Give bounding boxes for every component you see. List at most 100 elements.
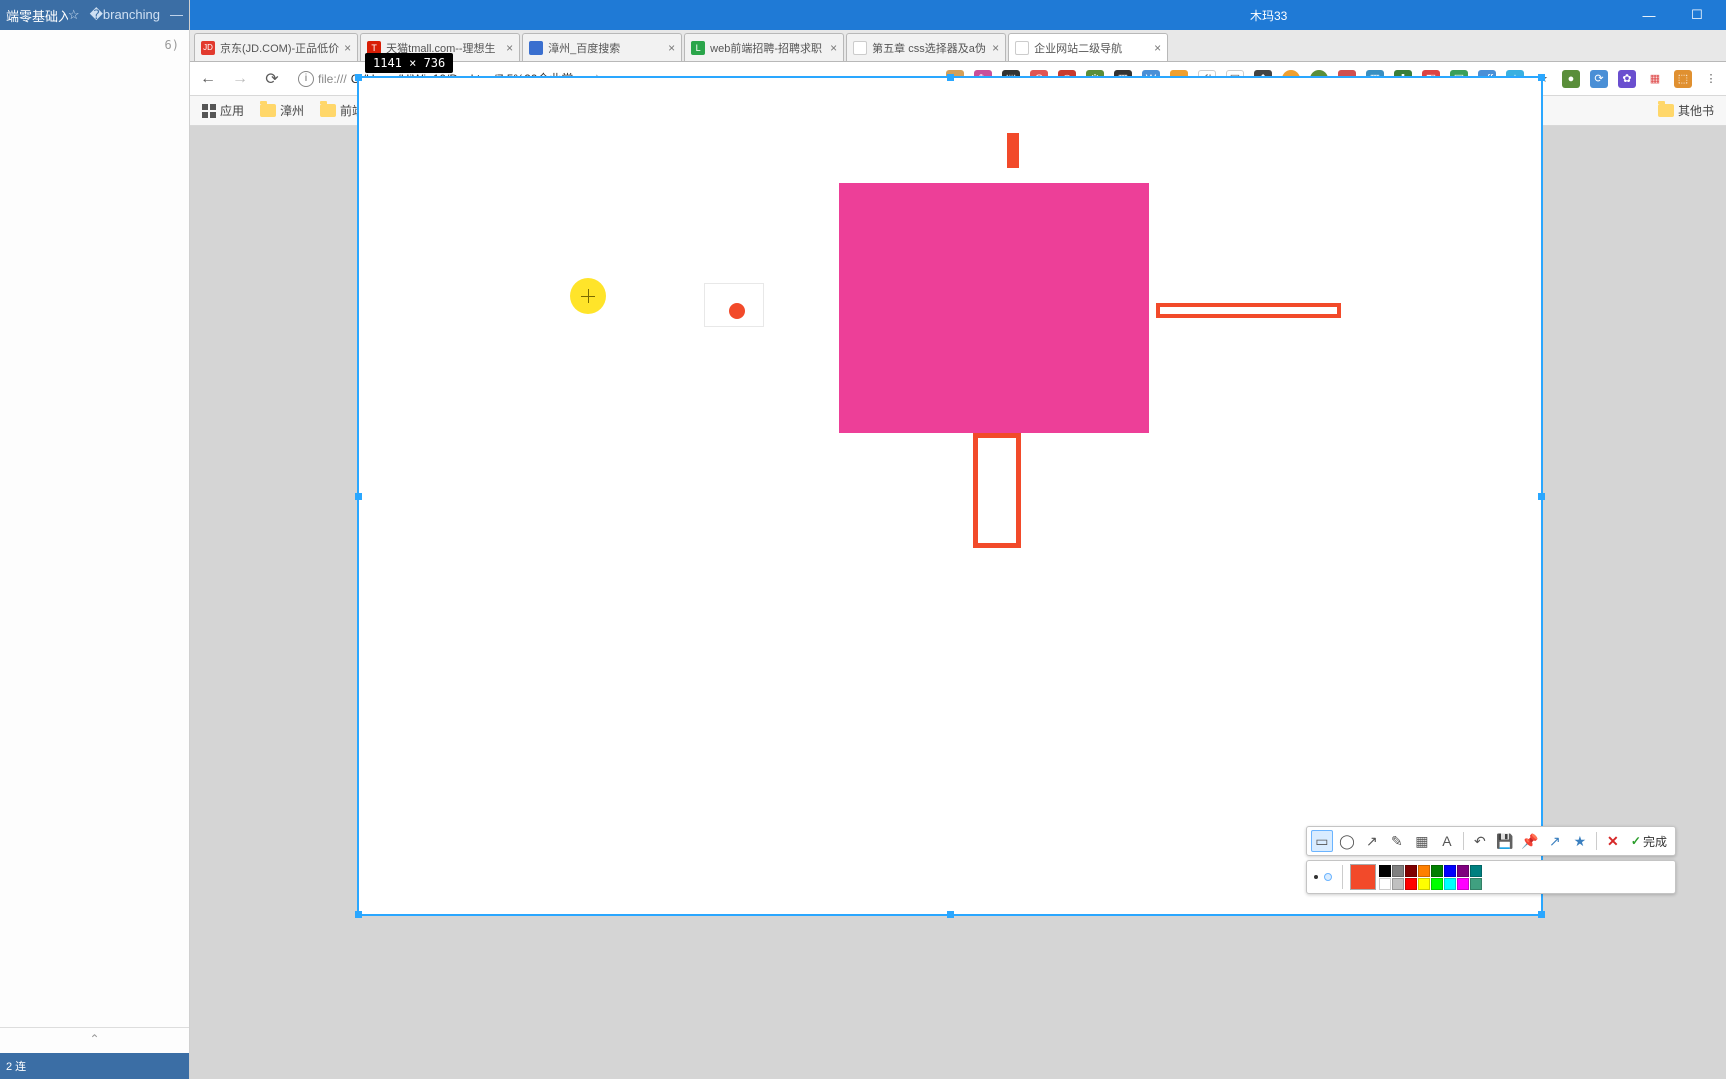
tool-undo-button[interactable]: ↶ [1469,830,1491,852]
brush-size-small[interactable] [1314,875,1318,879]
browser-tab-active[interactable]: 企业网站二级导航 × [1008,33,1168,61]
tool-favorite-button[interactable]: ★ [1569,830,1591,852]
annotation-rect-wide[interactable] [1156,303,1341,318]
annotation-red-dot[interactable] [729,303,745,319]
current-color-swatch[interactable] [1350,864,1376,890]
tab-close-icon[interactable]: × [992,41,999,55]
color-swatch[interactable] [1405,878,1417,890]
resize-handle[interactable] [1538,74,1545,81]
color-swatch[interactable] [1392,878,1404,890]
favicon-icon [529,41,543,55]
color-swatch[interactable] [1392,865,1404,877]
tool-pin-button[interactable]: 📌 [1519,830,1541,852]
color-swatch[interactable] [1457,878,1469,890]
editor-status-text: 2 连 [6,1058,26,1074]
tab-close-icon[interactable]: × [344,41,351,55]
resize-handle[interactable] [355,74,362,81]
ext-icon[interactable]: ⬚ [1674,70,1692,88]
resize-handle[interactable] [1538,493,1545,500]
folder-icon [320,104,336,117]
nav-back-button[interactable]: ← [196,67,220,91]
ext-icon[interactable]: ✿ [1618,70,1636,88]
selection-dimensions-badge: 1141 × 736 [365,53,453,73]
color-swatch[interactable] [1431,865,1443,877]
resize-handle[interactable] [947,74,954,81]
color-swatch[interactable] [1431,878,1443,890]
editor-title: 端零基础入门 [6,6,68,25]
screenshot-toolbar: ▭ ◯ ↗ ✎ ▦ A ↶ 💾 📌 ↗ ★ ✕ ✓ 完成 [1306,826,1676,894]
color-swatch[interactable] [1379,878,1391,890]
toolbar-separator [1342,865,1343,889]
color-swatch[interactable] [1470,878,1482,890]
tool-share-button[interactable]: ↗ [1544,830,1566,852]
brush-size-medium[interactable] [1324,873,1332,881]
minimize-icon[interactable]: — [170,7,183,23]
tool-arrow-button[interactable]: ↗ [1361,830,1383,852]
browser-tab[interactable]: JD 京东(JD.COM)-正品低价 × [194,33,358,61]
editor-line-number: 6) [165,38,179,52]
color-swatch[interactable] [1444,878,1456,890]
browser-user-label[interactable]: 木玛33 [1250,7,1287,24]
browser-tab[interactable]: 漳州_百度搜索 × [522,33,682,61]
browser-menu-icon[interactable]: ⋮ [1702,70,1720,88]
url-prefix: file:/// [318,72,347,86]
annotation-rect-tall[interactable] [973,433,1021,548]
nav-reload-button[interactable]: ⟳ [260,67,284,91]
color-swatch[interactable] [1418,865,1430,877]
tool-ellipse-button[interactable]: ◯ [1336,830,1358,852]
ext-icon[interactable]: ● [1562,70,1580,88]
tool-rectangle-button[interactable]: ▭ [1311,830,1333,852]
brush-size-picker [1311,873,1335,881]
nav-forward-button[interactable]: → [228,67,252,91]
done-label: 完成 [1643,833,1667,850]
favicon-icon [853,41,867,55]
page-viewport: ▭ ◯ ↗ ✎ ▦ A ↶ 💾 📌 ↗ ★ ✕ ✓ 完成 [190,126,1726,1079]
browser-tab[interactable]: L web前端招聘-招聘求职 × [684,33,844,61]
bookmark-folder[interactable]: 漳州 [254,100,310,121]
resize-handle[interactable] [1538,911,1545,918]
tab-close-icon[interactable]: × [668,41,675,55]
window-minimize-button[interactable]: — [1626,3,1672,27]
color-swatch[interactable] [1470,865,1482,877]
resize-handle[interactable] [355,911,362,918]
color-swatch[interactable] [1405,865,1417,877]
color-swatch[interactable] [1379,865,1391,877]
resize-handle[interactable] [947,911,954,918]
tool-done-button[interactable]: ✓ 完成 [1627,833,1671,850]
screenshot-selection[interactable] [357,76,1543,916]
tool-cancel-button[interactable]: ✕ [1602,830,1624,852]
ext-icon[interactable]: ⟳ [1590,70,1608,88]
site-info-icon[interactable]: i [298,71,314,87]
tab-close-icon[interactable]: × [830,41,837,55]
tab-close-icon[interactable]: × [506,41,513,55]
editor-collapse-handle[interactable]: ⌃ [0,1027,189,1049]
resize-handle[interactable] [355,493,362,500]
browser-tab[interactable]: 第五章 css选择器及a伪 × [846,33,1006,61]
share-icon[interactable]: �branching [90,7,160,23]
tool-save-button[interactable]: 💾 [1494,830,1516,852]
browser-titlebar: 木玛33 — ☐ ✕ [190,0,1726,30]
apps-grid-icon [202,104,216,118]
annotation-rect-small-top[interactable] [1007,133,1019,168]
tool-text-button[interactable]: A [1436,830,1458,852]
tab-title: web前端招聘-招聘求职 [710,40,825,56]
other-bookmarks[interactable]: 其他书 [1652,100,1720,121]
apps-button[interactable]: 应用 [196,100,250,121]
tab-title: 漳州_百度搜索 [548,40,663,56]
tool-mosaic-button[interactable]: ▦ [1411,830,1433,852]
folder-icon [260,104,276,117]
color-swatch[interactable] [1457,865,1469,877]
window-maximize-button[interactable]: ☐ [1674,3,1720,27]
folder-icon [1658,104,1674,117]
screenshot-tools-row: ▭ ◯ ↗ ✎ ▦ A ↶ 💾 📌 ↗ ★ ✕ ✓ 完成 [1306,826,1676,856]
editor-titlebar: 端零基础入门 ☆ �branching — [0,0,189,30]
check-icon: ✓ [1631,834,1641,848]
annotation-pink-box[interactable] [839,183,1149,433]
ext-icon[interactable]: ▦ [1646,70,1664,88]
tab-close-icon[interactable]: × [1154,41,1161,55]
tool-pen-button[interactable]: ✎ [1386,830,1408,852]
color-swatch[interactable] [1444,865,1456,877]
tab-title: 第五章 css选择器及a伪 [872,40,987,56]
pin-icon[interactable]: ☆ [68,7,80,23]
color-swatch[interactable] [1418,878,1430,890]
